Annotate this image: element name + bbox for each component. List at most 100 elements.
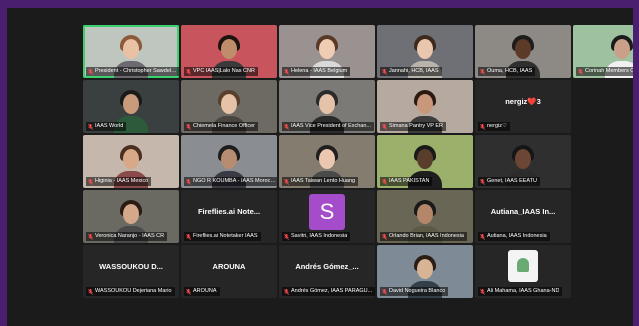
participant-tile[interactable]: AROUNA AROUNA — [181, 245, 277, 298]
participant-tile[interactable]: S Savitri, IAAS Indonesia — [279, 190, 375, 243]
participant-tile[interactable]: David Nogueira Blanco — [377, 245, 473, 298]
participant-name: IAAS World — [95, 123, 124, 129]
participant-name: Savitri, IAAS Indonesia — [291, 233, 348, 239]
participant-nametag: Fireflies.ai Notetaker IAAS — [184, 232, 261, 241]
participant-tile[interactable]: Corinah Members Officer — [573, 25, 633, 78]
participant-name: Orlando Brian, IAAS Indonesia — [389, 233, 464, 239]
mic-muted-icon — [284, 288, 289, 295]
organization-logo — [508, 250, 538, 282]
participant-tile[interactable]: IAAS Taiwan Lento Huang — [279, 135, 375, 188]
participant-nametag: Jannahi, HCB, IAAS — [380, 67, 442, 76]
mic-muted-icon — [186, 233, 191, 240]
participant-tile[interactable]: Simana Pantry VP ER — [377, 80, 473, 133]
mic-muted-icon — [88, 233, 93, 240]
participant-tile[interactable]: Genet, IAAS EEATU — [475, 135, 571, 188]
participant-display-name: Fireflies.ai Note... — [197, 207, 261, 216]
empty-slot — [573, 80, 633, 133]
mic-muted-icon — [480, 68, 485, 75]
participant-tile[interactable]: Jannahi, HCB, IAAS — [377, 25, 473, 78]
participant-tile[interactable]: VPC IAAS|Lalo Nas CNR — [181, 25, 277, 78]
participant-name: NGO R KOUMBA - IAAS Morocco — [193, 178, 276, 184]
participant-tile[interactable]: NGO R KOUMBA - IAAS Morocco — [181, 135, 277, 188]
participant-nametag: Veronica Naranjo - IAAS CR — [86, 232, 168, 241]
mic-muted-icon — [480, 288, 485, 295]
participant-tile[interactable]: Veronica Naranjo - IAAS CR — [83, 190, 179, 243]
participant-nametag: Ouma, HCB, IAAS — [478, 67, 536, 76]
mic-muted-icon — [88, 123, 93, 130]
participant-nametag: Chiemela Finance Officer — [184, 122, 258, 131]
mic-muted-icon — [88, 288, 93, 295]
empty-slot — [573, 190, 633, 243]
participant-name: Corinah Members Officer — [585, 68, 633, 74]
participant-nametag: Corinah Members Officer — [576, 67, 633, 76]
mic-muted-icon — [480, 233, 485, 240]
participant-nametag: Ali Mahama, IAAS Ghana-ND — [478, 287, 563, 296]
mic-muted-icon — [382, 123, 387, 130]
participant-nametag: Helena - IAAS Belgium — [282, 67, 351, 76]
participant-name: Ouma, HCB, IAAS — [487, 68, 533, 74]
participant-tile[interactable]: Orlando Brian, IAAS Indonesia — [377, 190, 473, 243]
participant-name: Simana Pantry VP ER — [389, 123, 444, 129]
participant-nametag: nergiz♡ — [478, 122, 510, 131]
participant-tile[interactable]: President - Christopher Sawdel B... — [83, 25, 179, 78]
participant-nametag: VPC IAAS|Lalo Nas CNR — [184, 67, 258, 76]
participant-tile[interactable]: nergiz❤️3 nergiz♡ — [475, 80, 571, 133]
participant-tile[interactable]: Autiana_IAAS In... Autiana, IAAS Indonesi… — [475, 190, 571, 243]
participant-display-name: Autiana_IAAS In... — [490, 207, 556, 216]
empty-slot — [573, 135, 633, 188]
mic-muted-icon — [284, 123, 289, 130]
participant-name: President - Christopher Sawdel B... — [95, 68, 178, 74]
participant-tile[interactable]: Chiemela Finance Officer — [181, 80, 277, 133]
participant-name: Chiemela Finance Officer — [193, 123, 255, 129]
participant-name: Genet, IAAS EEATU — [487, 178, 538, 184]
mic-muted-icon — [382, 233, 387, 240]
participant-tile[interactable]: IAAS Vice President of Exchan... — [279, 80, 375, 133]
mic-muted-icon — [578, 68, 583, 75]
participant-tile[interactable]: Ouma, HCB, IAAS — [475, 25, 571, 78]
mic-muted-icon — [186, 178, 191, 185]
participant-nametag: David Nogueira Blanco — [380, 287, 449, 296]
participant-name: AROUNA — [193, 288, 217, 294]
mic-muted-icon — [186, 288, 191, 295]
participant-nametag: IAAS Taiwan Lento Huang — [282, 177, 359, 186]
participant-name: IAAS Vice President of Exchan... — [291, 123, 371, 129]
participant-nametag: President - Christopher Sawdel B... — [86, 67, 179, 76]
participant-tile[interactable]: Andrés Gómez_... Andrés Gómez, IAAS PARAG… — [279, 245, 375, 298]
participant-nametag: Savitri, IAAS Indonesia — [282, 232, 351, 241]
participant-nametag: Higinia - IAAS Mexico — [86, 177, 152, 186]
participant-name: David Nogueira Blanco — [389, 288, 446, 294]
participant-nametag: WASSOUKOU Dejeriana Mario — [86, 287, 175, 296]
mic-muted-icon — [382, 178, 387, 185]
mic-muted-icon — [186, 68, 191, 75]
participant-display-name: nergiz❤️3 — [505, 97, 541, 106]
participant-nametag: IAAS World — [86, 122, 127, 131]
participant-tile[interactable]: WASSOUKOU D... WASSOUKOU Dejeriana Mario — [83, 245, 179, 298]
participant-name: VPC IAAS|Lalo Nas CNR — [193, 68, 255, 74]
participant-name: Ali Mahama, IAAS Ghana-ND — [487, 288, 560, 294]
mic-muted-icon — [88, 178, 93, 185]
mic-muted-icon — [480, 178, 485, 185]
participant-nametag: AROUNA — [184, 287, 220, 296]
avatar: S — [309, 194, 345, 230]
participant-nametag: Andrés Gómez, IAAS PARAGU... — [282, 287, 375, 296]
mic-muted-icon — [284, 178, 289, 185]
participant-nametag: NGO R KOUMBA - IAAS Morocco — [184, 177, 277, 186]
participant-tile[interactable]: Ali Mahama, IAAS Ghana-ND — [475, 245, 571, 298]
participant-name: Jannahi, HCB, IAAS — [389, 68, 439, 74]
participant-nametag: Genet, IAAS EEATU — [478, 177, 541, 186]
mic-muted-icon — [88, 68, 93, 75]
participant-name: IAAS Taiwan Lento Huang — [291, 178, 356, 184]
participant-tile[interactable]: Helena - IAAS Belgium — [279, 25, 375, 78]
participant-display-name: AROUNA — [212, 262, 246, 271]
participant-tile[interactable]: Fireflies.ai Note... Fireflies.ai Notetak… — [181, 190, 277, 243]
mic-muted-icon — [284, 68, 289, 75]
mic-muted-icon — [186, 123, 191, 130]
participant-nametag: Autiana, IAAS Indonesia — [478, 232, 550, 241]
participant-name: Autiana, IAAS Indonesia — [487, 233, 547, 239]
participant-display-name: WASSOUKOU D... — [99, 262, 163, 271]
participant-nametag: Simana Pantry VP ER — [380, 122, 447, 131]
participant-tile[interactable]: IAAS PAKISTAN — [377, 135, 473, 188]
participant-tile[interactable]: Higinia - IAAS Mexico — [83, 135, 179, 188]
participant-tile[interactable]: IAAS World — [83, 80, 179, 133]
participant-name: Veronica Naranjo - IAAS CR — [95, 233, 165, 239]
